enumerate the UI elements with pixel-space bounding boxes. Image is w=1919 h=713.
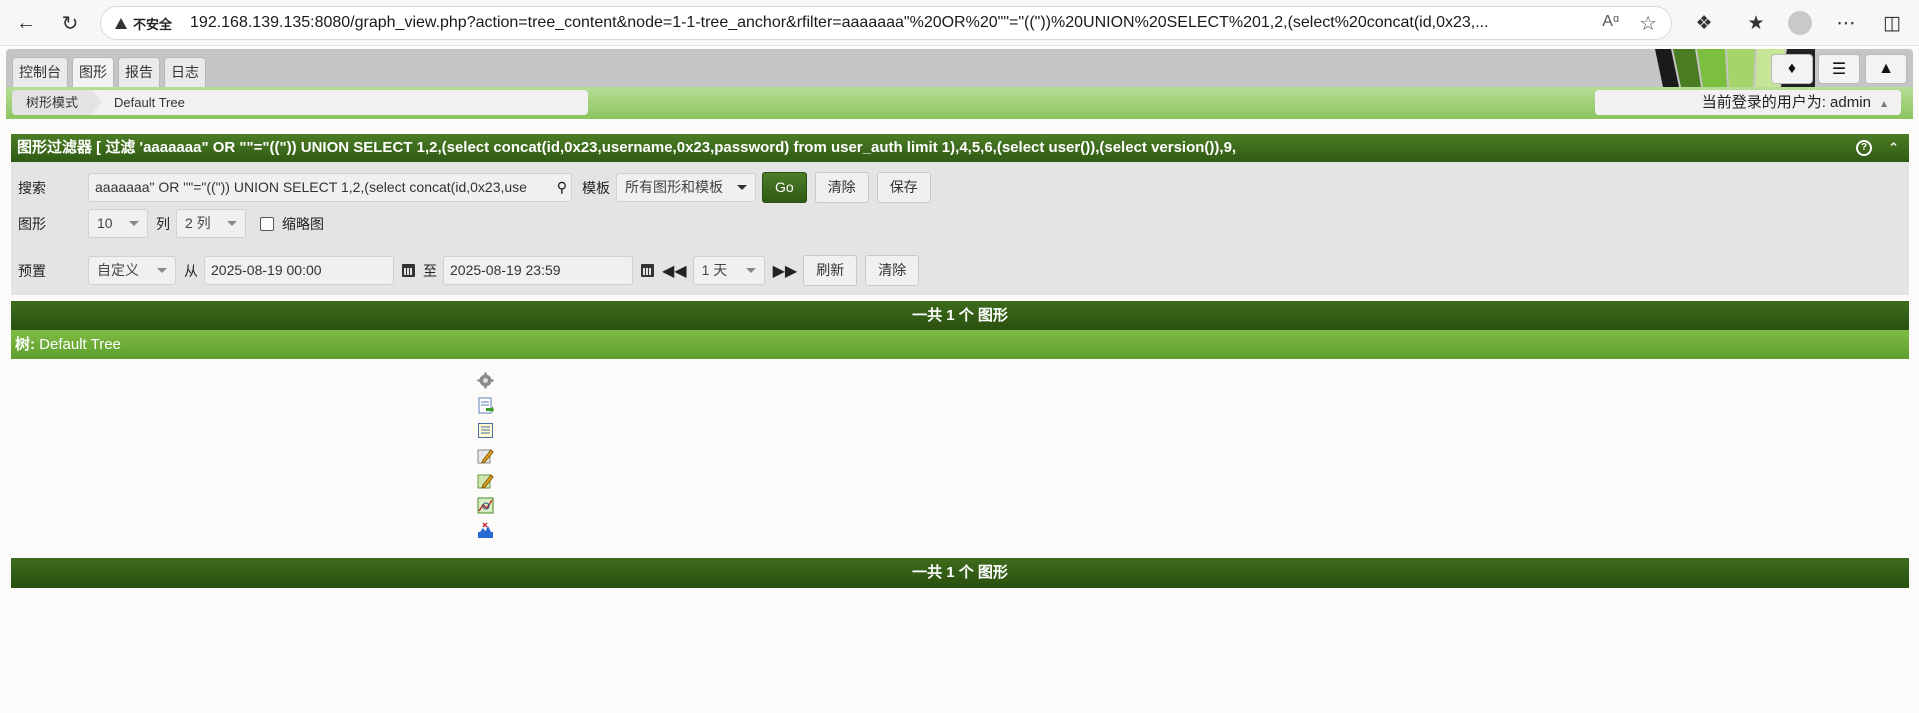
url-text[interactable]: 192.168.139.135:8080/graph_view.php?acti…	[190, 14, 1550, 32]
gear-icon[interactable]	[476, 372, 494, 389]
reload-icon[interactable]: ↻	[56, 9, 84, 37]
chevron-down-icon	[745, 268, 756, 273]
filter-row-search: 搜索 aaaaaaa" OR ""="((")) UNION SELECT 1,…	[11, 172, 931, 203]
template-label: 模板	[582, 179, 610, 196]
help-icon[interactable]: ?	[1856, 140, 1873, 156]
security-indicator[interactable]: 不安全	[115, 14, 172, 33]
tab-reports[interactable]: 报告	[118, 57, 160, 87]
extensions-icon[interactable]: ❖	[1690, 9, 1718, 37]
tab-console[interactable]: 控制台	[12, 57, 68, 87]
calendar-icon[interactable]	[641, 264, 654, 277]
graph-area	[11, 359, 1909, 558]
address-bar[interactable]: 不安全 192.168.139.135:8080/graph_view.php?…	[100, 6, 1672, 40]
breadcrumb-tree-mode[interactable]: 树形模式	[12, 90, 103, 115]
chevron-down-icon	[227, 221, 237, 226]
shift-left-icon[interactable]: ◀◀	[662, 261, 687, 281]
chevron-down-icon	[157, 268, 167, 273]
columns-select[interactable]: 2 列	[176, 209, 246, 238]
graph-count-bar-bottom: 一共 1 个 图形	[11, 558, 1909, 588]
clear-button[interactable]: 清除	[814, 172, 869, 203]
preview-view-icon[interactable]: ▲	[1865, 54, 1907, 84]
filter-header-icons: ? ⌃	[1856, 134, 1899, 162]
search-input-value: aaaaaaa" OR ""="((")) UNION SELECT 1,2,(…	[95, 179, 527, 195]
columns-label: 列	[156, 215, 170, 232]
from-label: 从	[184, 262, 198, 279]
columns-value: 2 列	[185, 215, 211, 231]
from-date-value: 2025-08-19 00:00	[211, 262, 322, 278]
to-date-value: 2025-08-19 23:59	[450, 262, 561, 278]
favorite-star-icon[interactable]: ☆	[1639, 11, 1657, 36]
graph-filter-panel: 搜索 aaaaaaa" OR ""="((")) UNION SELECT 1,…	[11, 162, 1909, 295]
preset-label: 预置	[18, 262, 46, 279]
edit-graph-icon[interactable]	[476, 447, 494, 464]
template-select-value: 所有图形和模板	[625, 179, 723, 195]
favorites-icon[interactable]: ★	[1742, 9, 1770, 37]
thumbnail-checkbox[interactable]	[260, 216, 274, 231]
warning-icon	[115, 17, 127, 29]
tree-view-icon[interactable]: ♦	[1771, 54, 1813, 84]
calendar-icon[interactable]	[402, 264, 415, 277]
chevron-down-icon	[737, 185, 747, 190]
search-label: 搜索	[18, 179, 46, 196]
preset-select[interactable]: 自定义	[88, 256, 176, 285]
list-view-icon[interactable]	[476, 422, 494, 439]
tree-prefix: 树:	[15, 336, 35, 353]
graph-action-icons	[476, 372, 494, 539]
filter-row-graphs: 图形 10 列 2 列 缩略图	[11, 209, 324, 238]
list-view-icon[interactable]: ☰	[1818, 54, 1860, 84]
more-menu-icon[interactable]: ⋯	[1832, 9, 1860, 37]
tree-name: Default Tree	[39, 336, 121, 353]
read-aloud-icon[interactable]: Aᵅ	[1602, 13, 1619, 31]
graph-count-bar-top: 一共 1 个 图形	[11, 301, 1909, 331]
page-footer-area	[6, 589, 1913, 713]
breadcrumb-bar: 树形模式 Default Tree 当前登录的用户为: admin ▲	[6, 87, 1913, 119]
graphs-per-page-select[interactable]: 10	[88, 209, 148, 238]
main-tabs: 控制台 图形 报告 日志	[12, 57, 206, 87]
profile-avatar[interactable]	[1786, 9, 1814, 37]
view-mode-buttons: ♦ ☰ ▲	[1771, 54, 1907, 84]
template-select[interactable]: 所有图形和模板	[616, 173, 756, 202]
security-label: 不安全	[133, 16, 173, 32]
shift-right-icon[interactable]: ▶▶	[773, 261, 798, 281]
breadcrumb-default-tree[interactable]: Default Tree	[92, 90, 199, 115]
clear-timespan-button[interactable]: 清除	[865, 255, 920, 286]
filter-header-text: 图形过滤器 [ 过滤 'aaaaaaa" OR ""="((")) UNION …	[17, 139, 1237, 156]
tree-title-bar: 树: Default Tree	[11, 330, 1909, 359]
to-date-input[interactable]: 2025-08-19 23:59	[443, 256, 633, 285]
save-button[interactable]: 保存	[876, 172, 931, 203]
app-topbar: 控制台 图形 报告 日志 ♦ ☰ ▲	[6, 49, 1913, 87]
tab-logs[interactable]: 日志	[164, 57, 206, 87]
search-icon[interactable]: ⚲	[557, 174, 567, 201]
edit-template-icon[interactable]	[476, 472, 494, 489]
preset-value: 自定义	[97, 262, 139, 278]
collapse-icon[interactable]: ⌃	[1888, 134, 1899, 162]
graph-filter-header: 图形过滤器 [ 过滤 'aaaaaaa" OR ""="((")) UNION …	[11, 134, 1909, 162]
go-button[interactable]: Go	[762, 172, 807, 203]
chevron-down-icon	[129, 221, 139, 226]
thumbnail-label: 缩略图	[282, 215, 324, 232]
filter-row-timespan: 预置 自定义 从 2025-08-19 00:00 至 2025-08-19 2…	[11, 255, 920, 286]
browser-toolbar: ← ↻ 不安全 192.168.139.135:8080/graph_view.…	[0, 0, 1919, 46]
user-info[interactable]: 当前登录的用户为: admin ▲	[1595, 90, 1901, 115]
breadcrumb: 树形模式 Default Tree	[12, 90, 588, 115]
graphs-label: 图形	[18, 215, 46, 232]
graphs-per-page-value: 10	[97, 215, 113, 231]
user-label: 当前登录的用户为: admin	[1701, 94, 1871, 111]
realtime-graph-icon[interactable]	[476, 522, 494, 539]
from-date-input[interactable]: 2025-08-19 00:00	[204, 256, 394, 285]
search-input[interactable]: aaaaaaa" OR ""="((")) UNION SELECT 1,2,(…	[88, 173, 572, 202]
tab-graphs[interactable]: 图形	[72, 57, 114, 87]
back-icon[interactable]: ←	[12, 9, 40, 37]
zoom-graph-icon[interactable]	[476, 497, 494, 514]
caret-up-icon: ▲	[1879, 99, 1889, 110]
timespan-select[interactable]: 1 天	[692, 256, 765, 285]
timespan-value: 1 天	[701, 262, 728, 278]
sidebar-toggle-icon[interactable]: ◫	[1878, 9, 1906, 37]
export-csv-icon[interactable]	[476, 397, 494, 414]
to-label: 至	[423, 262, 437, 279]
refresh-button[interactable]: 刷新	[803, 255, 858, 286]
